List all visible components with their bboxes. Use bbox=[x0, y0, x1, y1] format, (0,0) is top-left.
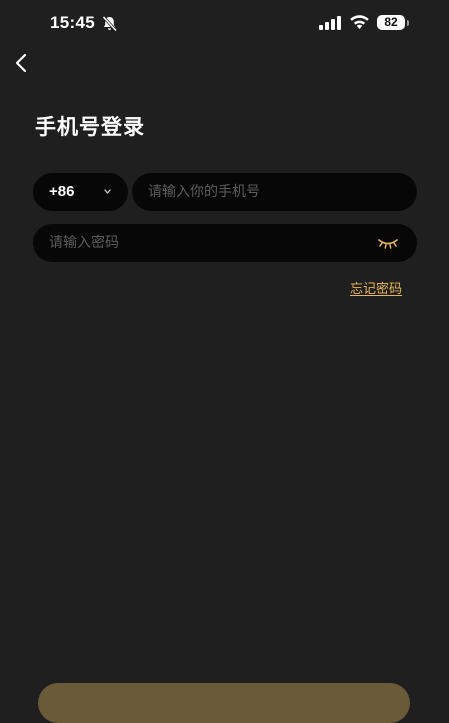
password-input[interactable] bbox=[49, 224, 359, 262]
chevron-left-icon bbox=[15, 53, 27, 73]
status-time: 15:45 bbox=[50, 13, 95, 32]
country-code-value: +86 bbox=[49, 183, 75, 200]
country-code-selector[interactable]: +86 bbox=[33, 173, 128, 211]
signal-icon bbox=[319, 16, 341, 30]
page-title: 手机号登录 bbox=[35, 115, 145, 139]
password-field[interactable] bbox=[33, 224, 417, 262]
bell-slash-icon bbox=[102, 15, 118, 32]
forgot-password-link[interactable]: 忘记密码 bbox=[350, 278, 402, 297]
battery-icon: 82 bbox=[377, 14, 410, 32]
chevron-down-icon bbox=[104, 189, 111, 194]
back-button[interactable] bbox=[10, 52, 32, 74]
status-bar: 15:45 82 bbox=[0, 0, 449, 46]
battery-level: 82 bbox=[377, 15, 405, 30]
battery-tip bbox=[407, 20, 409, 26]
wifi-icon bbox=[350, 15, 369, 29]
login-button[interactable] bbox=[38, 683, 410, 723]
eye-closed-icon[interactable] bbox=[377, 236, 399, 250]
phone-input[interactable] bbox=[148, 173, 403, 211]
phone-field[interactable] bbox=[132, 173, 417, 211]
